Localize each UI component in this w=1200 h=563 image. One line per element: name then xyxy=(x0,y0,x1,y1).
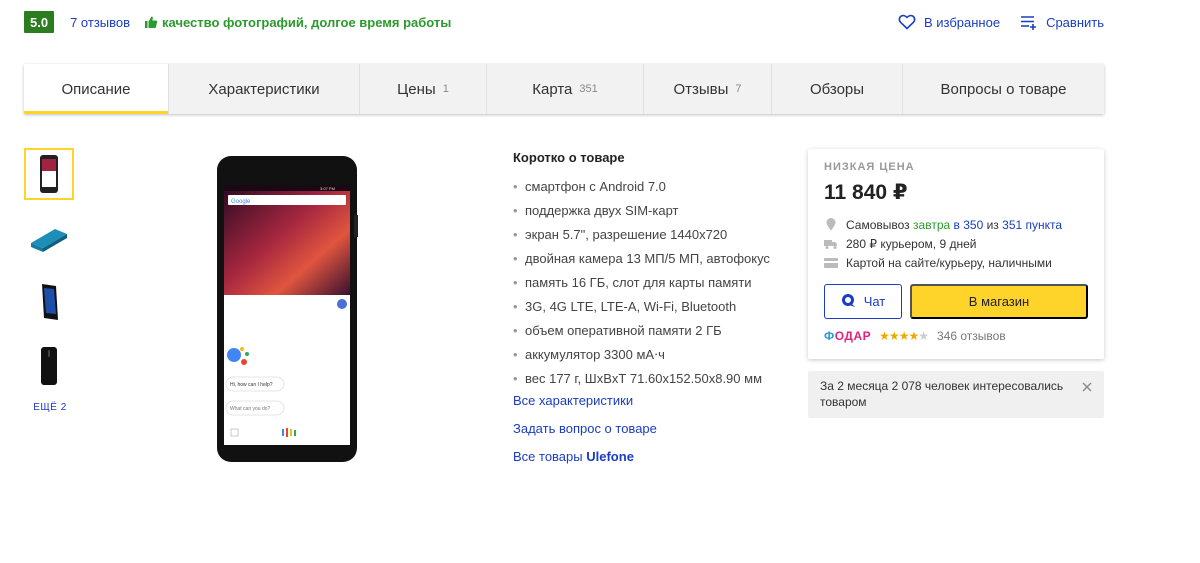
phone-assistant-greeting: Hi, how can I help? xyxy=(230,382,273,388)
chat-button[interactable]: Чат xyxy=(824,284,902,319)
interest-notice-text: За 2 месяца 2 078 человек интересовались… xyxy=(820,379,1064,409)
ask-question-link[interactable]: Задать вопрос о товаре xyxy=(513,421,793,436)
delivery-row: 280 ₽ курьером, 9 дней xyxy=(824,234,1088,253)
more-photos-link[interactable]: ЕЩЁ 2 xyxy=(24,402,76,413)
add-to-favorites-button[interactable]: В избранное xyxy=(898,14,1000,30)
shop-logo-rest: ОДАР xyxy=(834,329,872,343)
close-icon[interactable] xyxy=(1082,380,1092,392)
tab-prices[interactable]: Цены 1 xyxy=(360,64,487,114)
offer-label: НИЗКАЯ ЦЕНА xyxy=(824,161,915,173)
compare-label: Сравнить xyxy=(1046,14,1104,30)
shop-info: ФОДАР ★★★★★ 346 отзывов xyxy=(824,329,1088,343)
list-item: аккумулятор 3300 мА⋅ч xyxy=(513,343,793,367)
tab-count: 1 xyxy=(442,83,449,95)
pickup-when: завтра xyxy=(913,217,951,232)
summary-title: Коротко о товаре xyxy=(513,150,625,165)
pickup-in: в 350 xyxy=(953,217,984,232)
phone-status-time: 3:07 PM xyxy=(320,186,335,191)
phone-search-brand: Google xyxy=(231,199,251,205)
pickup-prefix: Самовывоз xyxy=(846,217,910,232)
location-pin-icon xyxy=(824,218,838,231)
delivery-text: 280 ₽ курьером, 9 дней xyxy=(846,236,977,251)
tab-label: Вопросы о товаре xyxy=(940,80,1067,98)
tab-questions[interactable]: Вопросы о товаре xyxy=(903,64,1104,114)
interest-notice: За 2 месяца 2 078 человек интересовались… xyxy=(808,371,1104,418)
rating-badge: 5.0 xyxy=(24,11,55,33)
tab-label: Обзоры xyxy=(809,80,865,98)
tab-overviews[interactable]: Обзоры xyxy=(772,64,903,114)
thumbnail-angle[interactable] xyxy=(24,276,74,328)
phone-assistant-suggestion: What can you do? xyxy=(230,406,271,412)
offer-card: НИЗКАЯ ЦЕНА 11 840 ₽ Самовывоз завтра в … xyxy=(808,149,1104,359)
tab-label: Карта xyxy=(532,80,573,98)
favorites-label: В избранное xyxy=(923,14,1001,30)
all-specs-link[interactable]: Все характеристики xyxy=(513,393,793,408)
shop-logo-first-letter: Ф xyxy=(824,329,835,343)
tab-label: Отзывы xyxy=(673,80,729,98)
list-item: объем оперативной памяти 2 ГБ xyxy=(513,319,793,343)
shop-reviews-link[interactable]: 346 отзывов xyxy=(937,329,1006,343)
all-brand-goods-link[interactable]: Все товары Ulefone xyxy=(513,449,793,464)
reviews-link[interactable]: 7 отзывов xyxy=(70,15,130,30)
list-item: двойная камера 13 МП/5 МП, автофокус xyxy=(513,247,793,271)
star-empty-icon: ★ xyxy=(918,329,929,343)
product-summary: Коротко о товаре смартфон с Android 7.0 … xyxy=(513,150,793,464)
compare-button[interactable]: Сравнить xyxy=(1020,14,1104,30)
thumbnail-box[interactable] xyxy=(24,212,74,264)
product-main-image[interactable]: 3:07 PM Google Hi, how can I help? What … xyxy=(216,155,358,463)
product-tabs: Описание Характеристики Цены 1 Карта 351… xyxy=(24,64,1104,114)
feature-list: смартфон с Android 7.0 поддержка двух SI… xyxy=(513,175,793,391)
tab-specifications[interactable]: Характеристики xyxy=(169,64,360,114)
offer-price: 11 840 ₽ xyxy=(824,181,908,204)
thumbnail-back[interactable] xyxy=(24,340,74,392)
product-topbar: 5.0 7 отзывов качество фотографий, долго… xyxy=(24,10,1104,34)
payment-row: Картой на сайте/курьеру, наличными xyxy=(824,253,1088,272)
star-icon: ★ xyxy=(879,329,890,343)
star-icon: ★ xyxy=(898,329,910,343)
tab-reviews[interactable]: Отзывы 7 xyxy=(644,64,772,114)
brand-name: Ulefone xyxy=(586,449,634,464)
star-icon: ★ xyxy=(888,329,900,343)
compare-icon xyxy=(1020,14,1038,30)
list-item: память 16 ГБ, слот для карты памяти xyxy=(513,271,793,295)
gallery-thumbnails: ЕЩЁ 2 xyxy=(24,148,76,413)
thumbnail-front[interactable] xyxy=(24,148,74,200)
list-item: смартфон с Android 7.0 xyxy=(513,175,793,199)
shop-rating-stars: ★★★★★ xyxy=(879,329,929,343)
tab-label: Описание xyxy=(61,80,131,98)
list-item: экран 5.7", разрешение 1440x720 xyxy=(513,223,793,247)
chat-label: Чат xyxy=(863,294,886,309)
pickup-points-link[interactable]: 351 пункта xyxy=(1002,218,1062,232)
tab-label: Цены xyxy=(397,80,436,98)
tab-map[interactable]: Карта 351 xyxy=(487,64,644,114)
pickup-of: из xyxy=(986,217,999,232)
list-item: вес 177 г, ШxВxТ 71.60x152.50x8.90 мм xyxy=(513,367,793,391)
thumbs-up-icon xyxy=(144,15,158,29)
truck-icon xyxy=(824,239,838,249)
go-to-shop-button[interactable]: В магазин xyxy=(910,284,1088,319)
star-icon: ★ xyxy=(908,329,919,343)
heart-icon xyxy=(898,14,916,30)
tab-count: 7 xyxy=(735,83,742,95)
pickup-row: Самовывоз завтра в 350 из 351 пункта xyxy=(824,215,1088,234)
list-item: 3G, 4G LTE, LTE-A, Wi-Fi, Bluetooth xyxy=(513,295,793,319)
list-item: поддержка двух SIM-карт xyxy=(513,199,793,223)
tab-count: 351 xyxy=(579,83,598,95)
tab-label: Характеристики xyxy=(208,80,320,98)
tab-description[interactable]: Описание xyxy=(24,64,169,114)
all-goods-prefix: Все товары xyxy=(513,449,583,464)
product-highlights: качество фотографий, долгое время работы xyxy=(162,14,452,30)
payment-text: Картой на сайте/курьеру, наличными xyxy=(846,255,1052,270)
chat-icon xyxy=(841,293,856,311)
shop-logo[interactable]: ФОДАР xyxy=(824,329,871,343)
card-icon xyxy=(824,257,838,268)
